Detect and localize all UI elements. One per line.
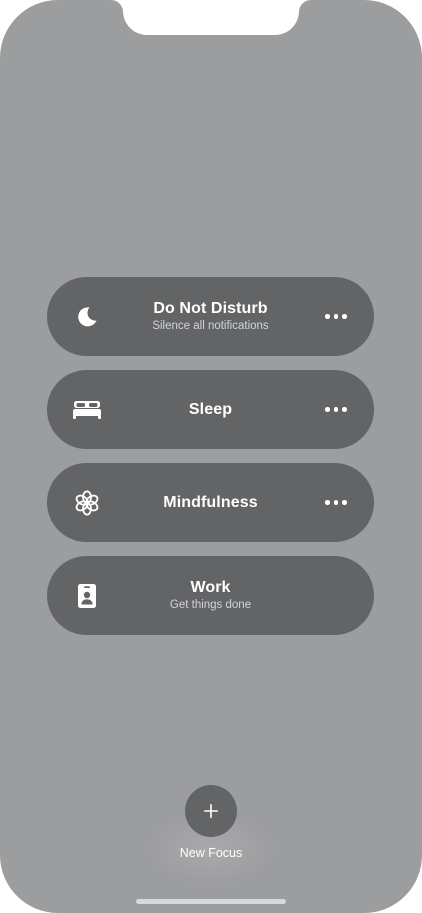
focus-item-text: Sleep (117, 370, 304, 449)
focus-mode-list: Do Not Disturb Silence all notifications (47, 277, 374, 649)
focus-item-text: Work Get things done (117, 556, 304, 635)
more-options-button[interactable] (320, 400, 352, 420)
focus-item-subtitle: Get things done (169, 599, 252, 611)
ellipsis-dot (333, 314, 339, 319)
ellipsis-dot (325, 500, 330, 505)
focus-item-sleep[interactable]: Sleep (47, 370, 374, 449)
bed-icon (72, 395, 102, 425)
new-focus-button[interactable] (185, 785, 237, 837)
ellipsis-dot (333, 407, 339, 412)
new-focus-label[interactable]: New Focus (148, 846, 274, 860)
focus-item-subtitle: Silence all notifications (152, 320, 269, 332)
focus-item-mindfulness[interactable]: Mindfulness (47, 463, 374, 542)
more-options-button[interactable] (320, 307, 352, 327)
ellipsis-dot (342, 407, 347, 412)
focus-item-title: Do Not Disturb (153, 300, 268, 317)
ellipsis-dot (333, 500, 339, 505)
focus-item-title: Sleep (188, 401, 233, 418)
ellipsis-dot (325, 407, 330, 412)
focus-screen: Do Not Disturb Silence all notifications (0, 0, 422, 913)
flower-icon (72, 488, 102, 518)
focus-item-title: Mindfulness (163, 494, 258, 511)
ellipsis-dot (325, 314, 330, 319)
ellipsis-dot (342, 500, 347, 505)
device-notch (123, 0, 299, 35)
plus-icon (204, 804, 218, 818)
more-options-button[interactable] (320, 493, 352, 513)
focus-item-work[interactable]: Work Get things done (47, 556, 374, 635)
focus-item-text: Mindfulness (117, 463, 304, 542)
home-indicator[interactable] (136, 899, 286, 904)
moon-icon (72, 302, 102, 332)
focus-item-title: Work (190, 579, 231, 596)
focus-item-text: Do Not Disturb Silence all notifications (117, 277, 304, 356)
focus-item-do-not-disturb[interactable]: Do Not Disturb Silence all notifications (47, 277, 374, 356)
new-focus-control: New Focus (148, 784, 274, 894)
id-badge-icon (72, 581, 102, 611)
ellipsis-dot (342, 314, 347, 319)
